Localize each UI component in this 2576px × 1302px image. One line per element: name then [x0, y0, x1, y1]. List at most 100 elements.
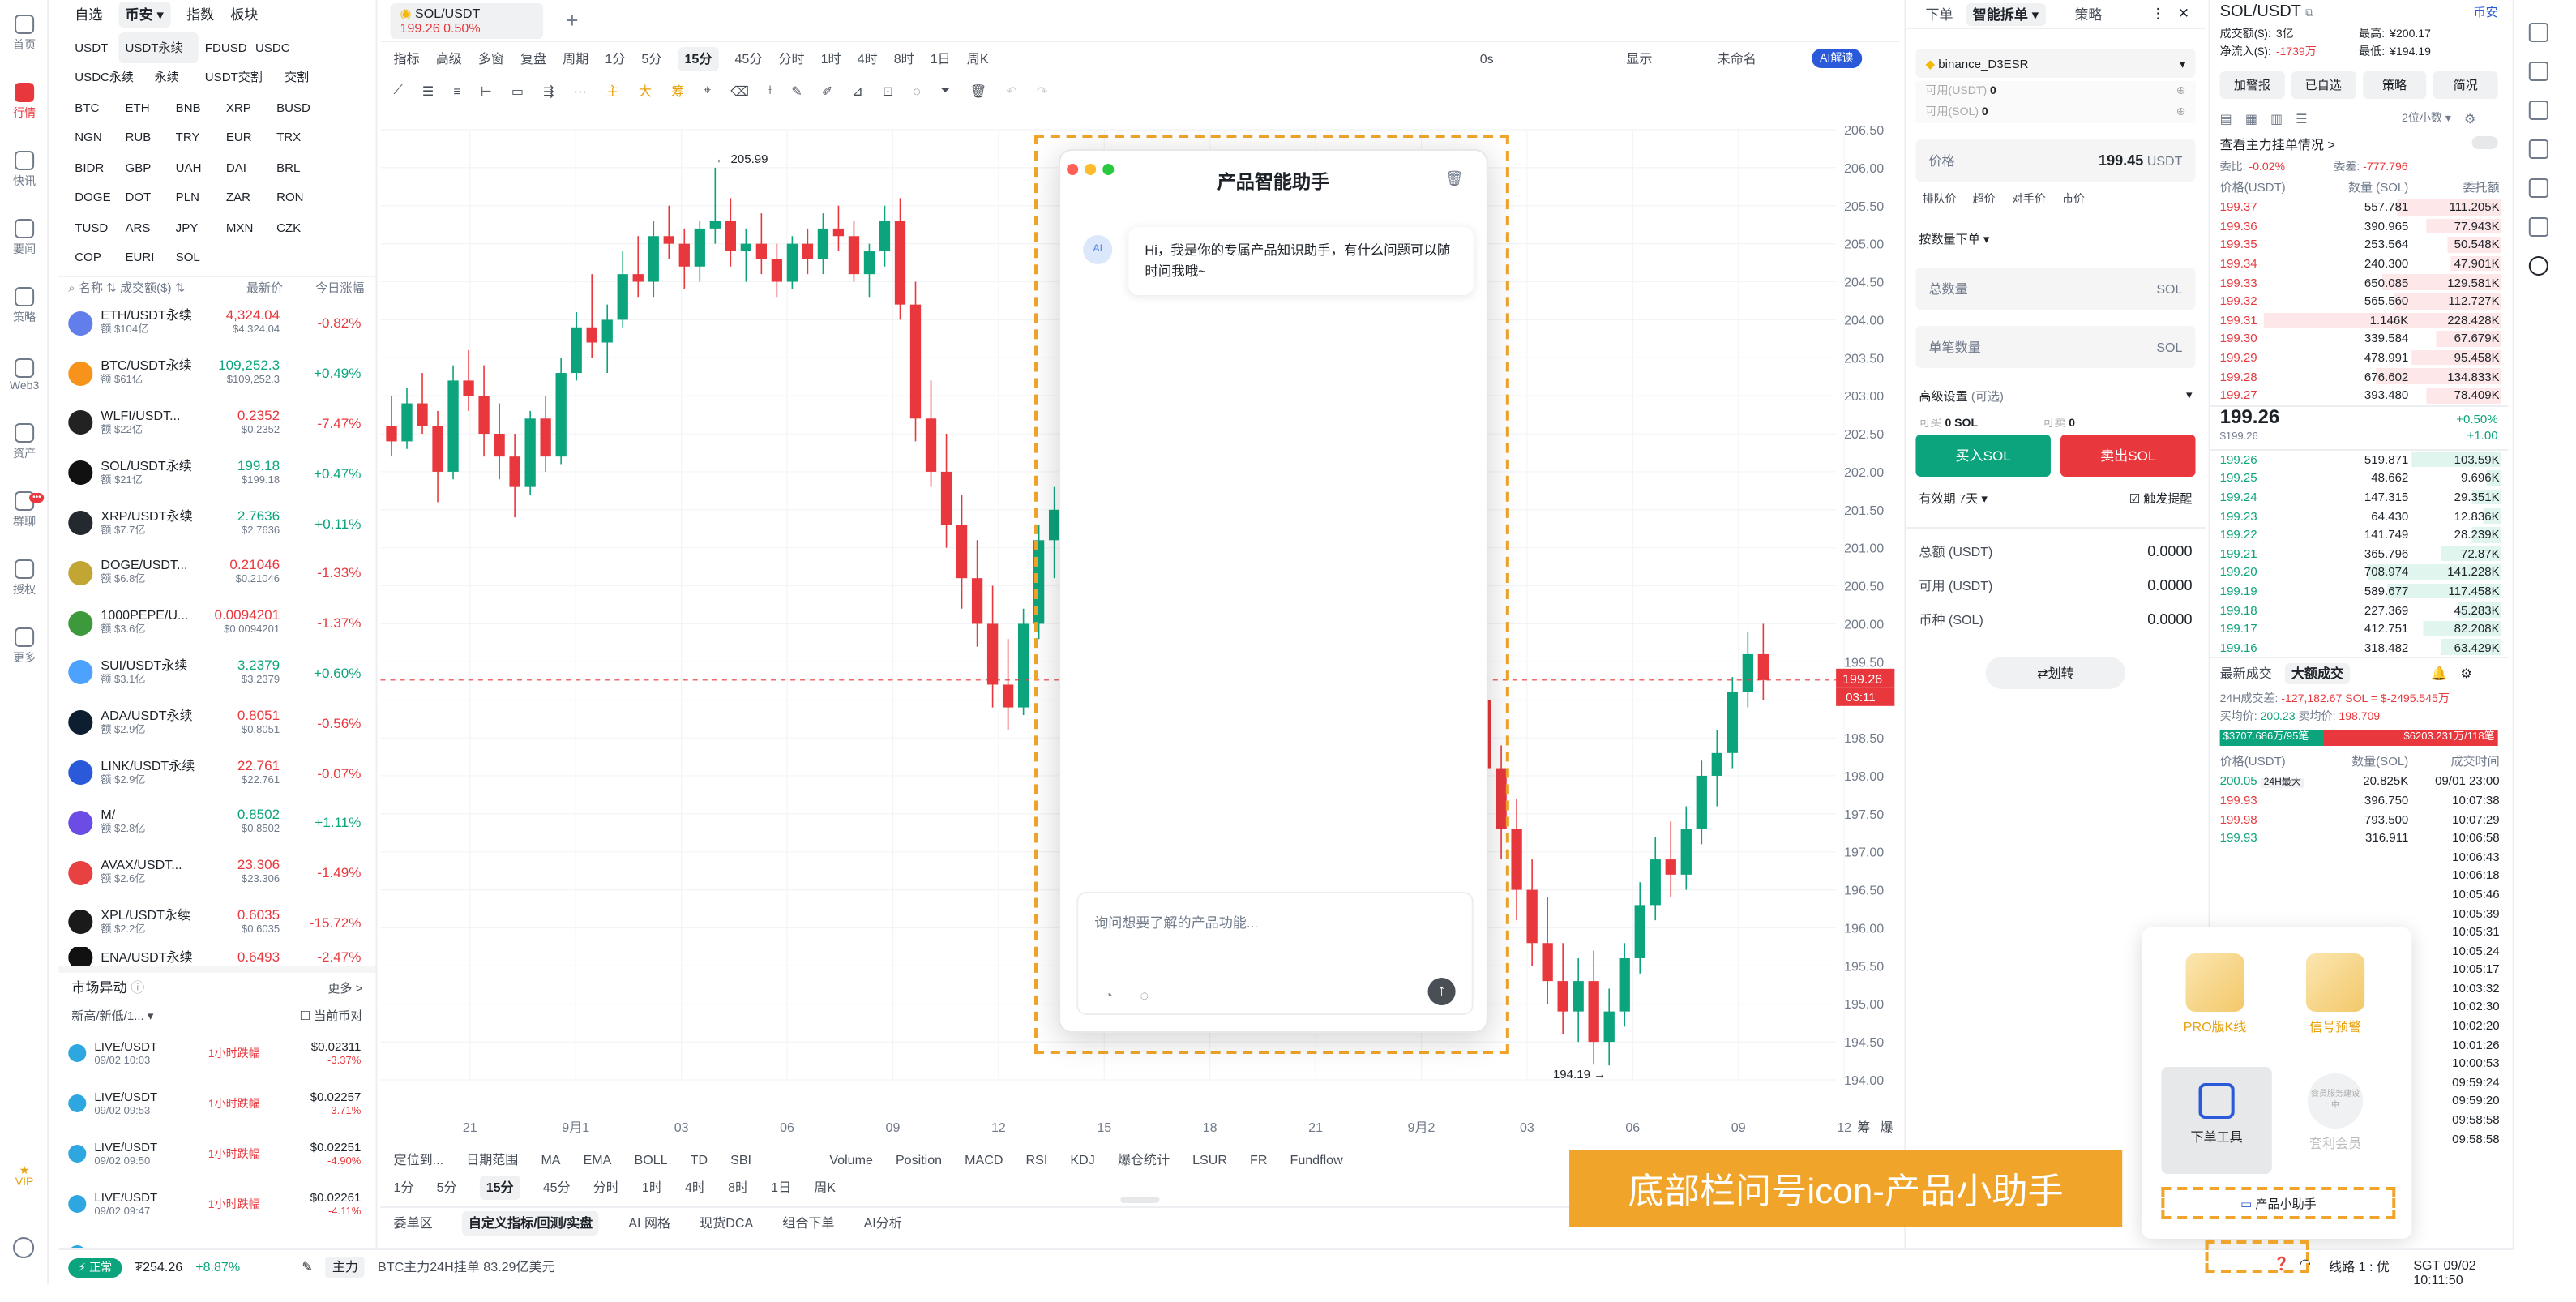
chip-euri[interactable]: EURI	[118, 242, 169, 272]
col-amount[interactable]: 委托额	[2408, 178, 2500, 196]
col-price[interactable]: 最新价	[195, 279, 283, 297]
coin-row[interactable]: 1000PEPE/U... 额 $3.6亿 0.0094201 $0.0094201-…	[58, 598, 375, 649]
watch-orders-link[interactable]: 查看主力挂单情况 >	[2210, 133, 2508, 157]
more-tools-icon[interactable]: ···	[574, 84, 587, 98]
chip-rub[interactable]: RUB	[118, 122, 169, 152]
toolbar-item-9[interactable]: 分时	[778, 49, 804, 67]
ruler-icon[interactable]: ⟊	[768, 83, 772, 99]
chip-fdusd[interactable]: FDUSD	[199, 32, 249, 62]
indicator-big-toggle[interactable]: 大	[639, 82, 652, 100]
bottom-tool-15[interactable]: Fundflow	[1290, 1152, 1343, 1167]
toolbar-item-5[interactable]: 1分	[605, 49, 625, 67]
trash-icon[interactable]: 🗑	[970, 84, 986, 98]
validity-select[interactable]: 有效期 7天 ▾	[1919, 490, 1988, 508]
price-input[interactable]: 价格 199.45 USDT	[1915, 139, 2196, 182]
asks-row[interactable]: 199.35 253.564 50.548K	[2210, 235, 2508, 254]
asks-row[interactable]: 199.32 565.560 112.727K	[2210, 292, 2508, 311]
tab-binance[interactable]: 币安 ▾	[118, 2, 171, 28]
order-mode-select[interactable]: 按数量下单 ▾	[1906, 217, 2205, 261]
chip-busd[interactable]: BUSD	[270, 92, 320, 122]
chip-usdt永续[interactable]: USDT永续	[118, 32, 199, 62]
toolbar-item-7[interactable]: 15分	[678, 46, 719, 71]
toolbar-right-3[interactable]: AI解读	[1812, 49, 1862, 68]
close-panel-icon[interactable]: ✕	[2178, 5, 2189, 23]
bids-row[interactable]: 199.19 589.677 117.458K	[2210, 581, 2508, 600]
bottom-tab-2[interactable]: AI 网格	[628, 1214, 670, 1232]
chip-gbp[interactable]: GBP	[118, 152, 169, 182]
chip-trx[interactable]: TRX	[270, 122, 320, 152]
depth-select[interactable]: 2位小数 ▾	[2402, 110, 2451, 126]
pen-icon[interactable]: ✎	[791, 84, 802, 98]
bids-row[interactable]: 199.20 708.974 141.228K	[2210, 563, 2508, 581]
chart-icon[interactable]	[2527, 139, 2548, 159]
tab-sector[interactable]: 板块	[230, 5, 258, 24]
tab-favorites[interactable]: 自选	[75, 5, 102, 24]
bottom-tool-11[interactable]: KDJ	[1070, 1152, 1094, 1167]
brush-icon[interactable]: ✐	[822, 84, 832, 98]
coin-row[interactable]: ADA/USDT永续额 $2.9亿 0.8051 $0.8051 -0.56%	[58, 698, 375, 748]
alert-row[interactable]: LIVE/USDT 09/02 09:47 1小时跌幅 $0.02261 -4.11%	[58, 1180, 375, 1230]
assistant-icon[interactable]	[2527, 256, 2548, 276]
toolbar-item-4[interactable]: 周期	[563, 49, 588, 67]
toolbar-item-8[interactable]: 45分	[734, 49, 762, 67]
toolbar-item-3[interactable]: 复盘	[520, 49, 546, 67]
period-8[interactable]: 1日	[771, 1178, 791, 1196]
add-icon[interactable]: ⊕	[2176, 81, 2186, 102]
chat-input-box[interactable]: 询问想要了解的产品功能... ◔ ◌ ↑	[1076, 892, 1474, 1015]
bids-row[interactable]: 199.17 412.751 82.208K	[2210, 619, 2508, 638]
toolbar-item-12[interactable]: 8时	[894, 49, 914, 67]
price-option-3[interactable]: 市价	[2062, 191, 2085, 208]
line-tool-icon[interactable]: ⟋	[394, 83, 403, 99]
chip-usdc永续[interactable]: USDC永续	[68, 62, 148, 92]
order-tool-tile[interactable]: 下单工具	[2161, 1067, 2272, 1174]
trigger-checkbox[interactable]: ☑ 触发提醒	[2129, 490, 2193, 508]
chip-usdt交割[interactable]: USDT交割	[199, 62, 278, 92]
book-bids-icon[interactable]: ▦	[2245, 111, 2257, 126]
chip-ron[interactable]: RON	[270, 182, 320, 212]
parallel-tool-icon[interactable]: ≡	[453, 84, 460, 98]
nav-item-3[interactable]: 要闻	[0, 204, 49, 272]
book-button-2[interactable]: 策略	[2362, 71, 2427, 99]
sell-button[interactable]: 卖出SOL	[2060, 435, 2196, 477]
chip-zar[interactable]: ZAR	[220, 182, 270, 212]
settings-icon[interactable]: ⚙	[2464, 111, 2475, 126]
nav-item-8[interactable]: 授权	[0, 545, 49, 613]
chip-mxn[interactable]: MXN	[220, 212, 270, 242]
bottom-tool-8[interactable]: Position	[896, 1152, 942, 1167]
chip-jpy[interactable]: JPY	[169, 212, 220, 242]
eraser-icon[interactable]: ⌫	[730, 84, 749, 98]
period-3[interactable]: 45分	[543, 1178, 571, 1196]
book-asks-icon[interactable]: ▥	[2270, 111, 2283, 126]
help-icon[interactable]: ⓘ	[131, 980, 144, 996]
book-list-icon[interactable]: ☰	[2296, 111, 2307, 126]
bottom-tool-14[interactable]: FR	[1250, 1152, 1267, 1167]
tab-index[interactable]: 指数	[186, 5, 214, 24]
asks-row[interactable]: 199.34 240.300 47.901K	[2210, 255, 2508, 273]
hline-tool-icon[interactable]: ☰	[422, 84, 434, 98]
coin-row[interactable]: LINK/USDT永续额 $2.9亿 22.761 $22.761 -0.07%	[58, 747, 375, 798]
coin-row[interactable]: SUI/USDT永续额 $3.1亿 3.2379 $3.2379 +0.60%	[58, 648, 375, 698]
toolbar-item-13[interactable]: 1日	[931, 49, 951, 67]
chip-交割[interactable]: 交割	[278, 62, 328, 92]
undo-icon[interactable]: ↶	[1006, 84, 1016, 98]
coin-row[interactable]: AVAX/USDT... 额 $2.6亿 23.306 $23.306 -1.49%	[58, 848, 375, 898]
toolbar-item-0[interactable]: 指标	[394, 49, 420, 67]
coin-row[interactable]: DOGE/USDT... 额 $6.8亿 0.21046 $0.21046 -1.33%	[58, 548, 375, 598]
account-select[interactable]: ◆ binance_D3ESR ▾	[1915, 49, 2196, 78]
tab-latest-trades[interactable]: 最新成交	[2220, 665, 2272, 683]
asks-row[interactable]: 199.30 339.584 67.679K	[2210, 329, 2508, 348]
lock-icon[interactable]: ⊡	[883, 84, 893, 98]
alert-row[interactable]: LIVE/USDT 09/02 09:53 1小时跌幅 $0.02257 -3.71%	[58, 1079, 375, 1129]
toolbar-right-2[interactable]: 未命名	[1718, 49, 1757, 67]
bottom-tool-10[interactable]: RSI	[1026, 1152, 1048, 1167]
toolbar-item-1[interactable]: 高级	[436, 49, 462, 67]
magnet-icon[interactable]: ⌖	[704, 83, 711, 99]
coin-row[interactable]: M/额 $2.8亿 0.8502 $0.8502 +1.11%	[58, 798, 375, 848]
current-pair-checkbox[interactable]: ☐ 当前币对	[300, 1007, 363, 1025]
bell-icon[interactable]: 🔔	[2431, 666, 2447, 681]
toolbar-item-14[interactable]: 周K	[967, 49, 989, 67]
close-window-icon[interactable]	[1067, 164, 1079, 175]
period-1[interactable]: 5分	[437, 1178, 457, 1196]
chip-usdc[interactable]: USDC	[249, 32, 299, 62]
bottom-tab-3[interactable]: 现货DCA	[700, 1214, 753, 1232]
